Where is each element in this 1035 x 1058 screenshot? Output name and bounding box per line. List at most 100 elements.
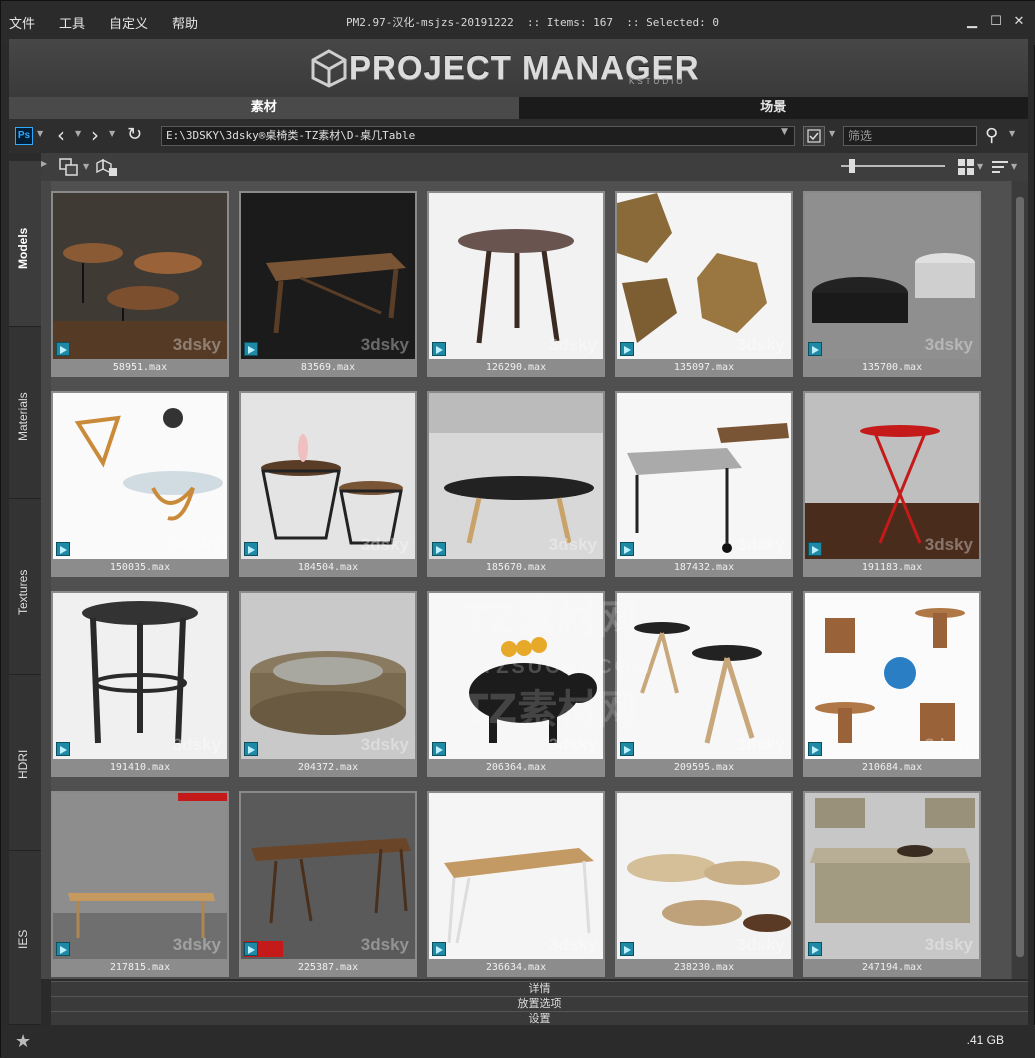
- asset-preview-image[interactable]: 3dsky: [241, 193, 415, 359]
- asset-filename: 210684.max: [803, 759, 981, 777]
- asset-thumbnail[interactable]: 3dsky 58951.max: [51, 191, 229, 377]
- asset-filename: 185670.max: [427, 559, 605, 577]
- asset-filename: 204372.max: [239, 759, 417, 777]
- box-icon[interactable]: [95, 156, 119, 178]
- asset-preview-image[interactable]: 3dsky: [429, 593, 603, 759]
- asset-thumbnail[interactable]: 3dsky 204372.max: [239, 591, 417, 777]
- thumbnail-watermark: 3dsky: [360, 535, 409, 554]
- 3dsmax-file-icon: [620, 942, 634, 956]
- sort-dropdown-icon[interactable]: ▼: [1011, 162, 1017, 171]
- asset-thumbnail[interactable]: 3dsky 217815.max: [51, 791, 229, 977]
- sidebar-tab-models[interactable]: Models: [9, 161, 41, 327]
- tab-scenes[interactable]: 场景: [518, 97, 1028, 119]
- asset-thumbnail[interactable]: 3dsky 191183.max: [803, 391, 981, 577]
- maximize-icon[interactable]: ☐: [987, 13, 1005, 31]
- sidebar-tab-materials[interactable]: Materials: [9, 327, 41, 499]
- asset-preview-image[interactable]: 3dsky: [805, 193, 979, 359]
- asset-filename: 187432.max: [615, 559, 793, 577]
- asset-preview-image[interactable]: 3dsky: [53, 393, 227, 559]
- back-arrow-icon[interactable]: ‹: [57, 123, 65, 147]
- logo-subtitle: KSTUDIO: [629, 77, 686, 86]
- asset-thumbnail[interactable]: 3dsky 126290.max: [427, 191, 605, 377]
- sync-icon[interactable]: [57, 156, 81, 178]
- asset-thumbnail[interactable]: 3dsky 191410.max: [51, 591, 229, 777]
- asset-preview-image[interactable]: 3dsky: [805, 793, 979, 959]
- filter-dropdown-icon[interactable]: ▼: [829, 129, 835, 138]
- menu-help[interactable]: 帮助: [172, 13, 198, 32]
- asset-thumbnail[interactable]: 3dsky 185670.max: [427, 391, 605, 577]
- asset-filename: 83569.max: [239, 359, 417, 377]
- filter-toggle-button[interactable]: [803, 126, 825, 146]
- tab-assets[interactable]: 素材: [9, 97, 519, 119]
- star-icon[interactable]: ★: [15, 1031, 31, 1052]
- asset-thumbnail[interactable]: 3dsky 184504.max: [239, 391, 417, 577]
- slider-handle[interactable]: [849, 159, 855, 173]
- asset-thumbnail[interactable]: 3dsky 247194.max: [803, 791, 981, 977]
- placement-options-panel-header[interactable]: 放置选项: [51, 996, 1028, 1011]
- path-dropdown-icon[interactable]: ▼: [781, 127, 788, 137]
- 3dsmax-file-icon: [808, 542, 822, 556]
- menu-tools[interactable]: 工具: [59, 13, 85, 32]
- asset-thumbnail[interactable]: 3dsky 238230.max: [615, 791, 793, 977]
- asset-preview-image[interactable]: 3dsky: [617, 393, 791, 559]
- menu-customize[interactable]: 自定义: [109, 13, 148, 32]
- asset-thumbnail[interactable]: 3dsky 150035.max: [51, 391, 229, 577]
- sort-icon[interactable]: [991, 158, 1009, 176]
- asset-preview-image[interactable]: 3dsky: [53, 193, 227, 359]
- sync-dropdown-icon[interactable]: ▼: [83, 162, 89, 171]
- vertical-scrollbar[interactable]: [1012, 181, 1028, 979]
- sidebar-tab-ies[interactable]: IES: [9, 851, 41, 1025]
- asset-thumbnail[interactable]: 3dsky 135097.max: [615, 191, 793, 377]
- grid-view-icon[interactable]: [957, 158, 975, 176]
- asset-preview-image[interactable]: 3dsky: [617, 193, 791, 359]
- sidebar-tab-hdri[interactable]: HDRI: [9, 675, 41, 851]
- asset-thumbnail[interactable]: 3dsky 225387.max: [239, 791, 417, 977]
- menu-file[interactable]: 文件: [9, 13, 35, 32]
- asset-preview-image[interactable]: 3dsky: [241, 393, 415, 559]
- collapse-arrow-icon[interactable]: ▶: [41, 159, 47, 168]
- asset-preview-image[interactable]: 3dsky: [429, 193, 603, 359]
- asset-thumbnail[interactable]: 3dsky 236634.max: [427, 791, 605, 977]
- asset-thumbnail[interactable]: 3dsky 206364.max: [427, 591, 605, 777]
- sidebar-tab-ies-label: IES: [16, 929, 30, 949]
- forward-arrow-icon[interactable]: ›: [91, 123, 99, 147]
- thumbnail-watermark: 3dsky: [172, 935, 221, 954]
- view-dropdown-icon[interactable]: ▼: [977, 162, 983, 171]
- asset-preview-image[interactable]: 3dsky: [805, 593, 979, 759]
- search-dropdown-icon[interactable]: ▼: [1009, 129, 1015, 138]
- asset-thumbnail[interactable]: 3dsky 83569.max: [239, 191, 417, 377]
- close-icon[interactable]: ✕: [1010, 13, 1028, 31]
- details-panel-header[interactable]: 详情: [51, 981, 1028, 996]
- search-icon[interactable]: ⚲: [985, 125, 998, 146]
- asset-preview-image[interactable]: 3dsky: [805, 393, 979, 559]
- asset-filename: 58951.max: [51, 359, 229, 377]
- minimize-icon[interactable]: ▁: [963, 13, 981, 31]
- photoshop-icon[interactable]: Ps: [15, 127, 33, 145]
- asset-preview-image[interactable]: 3dsky: [241, 793, 415, 959]
- asset-preview-image[interactable]: 3dsky: [241, 593, 415, 759]
- asset-thumbnail[interactable]: 3dsky 209595.max: [615, 591, 793, 777]
- 3dsmax-file-icon: [56, 542, 70, 556]
- back-dropdown-icon[interactable]: ▼: [75, 129, 81, 138]
- asset-preview-image[interactable]: 3dsky: [429, 793, 603, 959]
- path-field[interactable]: E:\3DSKY\3dsky®桌椅类-TZ素材\D-桌几Table: [161, 126, 795, 146]
- asset-thumbnail[interactable]: 3dsky 135700.max: [803, 191, 981, 377]
- filter-input[interactable]: 筛选: [843, 126, 977, 146]
- sidebar-tab-textures[interactable]: Textures: [9, 499, 41, 675]
- asset-preview-image[interactable]: 3dsky: [617, 593, 791, 759]
- ps-dropdown-icon[interactable]: ▼: [37, 129, 43, 138]
- 3dsmax-file-icon: [244, 742, 258, 756]
- asset-preview-image[interactable]: 3dsky: [53, 593, 227, 759]
- thumbnail-watermark: 3dsky: [548, 935, 597, 954]
- asset-preview-image[interactable]: 3dsky: [53, 793, 227, 959]
- settings-panel-header[interactable]: 设置: [51, 1011, 1028, 1026]
- thumbnail-size-slider[interactable]: [841, 165, 945, 167]
- forward-dropdown-icon[interactable]: ▼: [109, 129, 115, 138]
- refresh-icon[interactable]: ↻: [127, 123, 142, 147]
- sidebar-tab-hdri-label: HDRI: [16, 749, 30, 779]
- asset-thumbnail[interactable]: 3dsky 210684.max: [803, 591, 981, 777]
- asset-preview-image[interactable]: 3dsky: [617, 793, 791, 959]
- asset-thumbnail[interactable]: 3dsky 187432.max: [615, 391, 793, 577]
- scrollbar-thumb[interactable]: [1016, 197, 1024, 957]
- asset-preview-image[interactable]: 3dsky: [429, 393, 603, 559]
